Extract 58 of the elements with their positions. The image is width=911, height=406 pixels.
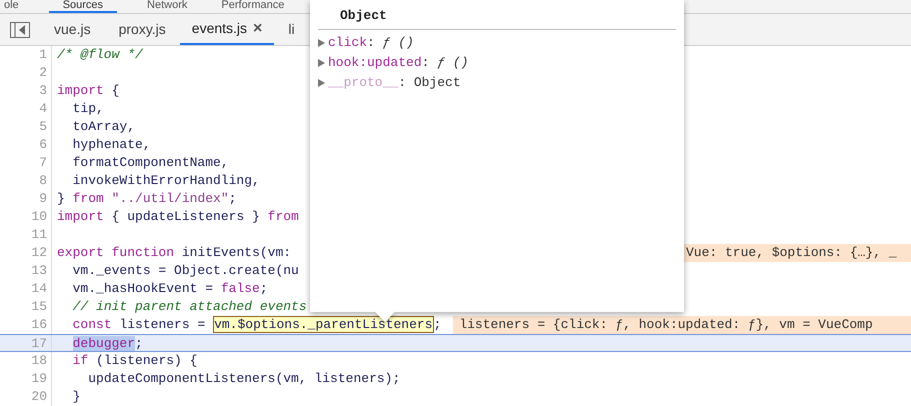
line-number: 11 <box>31 227 47 242</box>
code-line: if (listeners) { <box>72 352 198 370</box>
line-number: 15 <box>31 299 47 314</box>
line-number: 20 <box>31 389 47 404</box>
panel-tab[interactable]: ole <box>0 0 23 13</box>
code-line: tip, <box>72 100 104 118</box>
code-line: toArray, <box>72 118 136 136</box>
line-number: 5 <box>39 119 47 134</box>
expand-triangle-icon[interactable] <box>318 38 325 46</box>
line-number: 8 <box>39 173 47 188</box>
line-number: 1 <box>39 47 47 62</box>
sidebar-toggle-icon[interactable] <box>10 22 30 38</box>
expand-triangle-icon[interactable] <box>318 58 325 66</box>
file-tab[interactable]: vue.js <box>40 14 105 45</box>
code-line: } <box>72 388 80 406</box>
code-line: import { <box>57 82 120 100</box>
property-entry[interactable]: __proto__: Object <box>328 72 461 92</box>
line-number: 4 <box>39 101 47 116</box>
code-line: } from "../util/index"; <box>57 190 236 208</box>
file-tab[interactable]: proxy.js <box>104 14 180 45</box>
line-number: 14 <box>31 281 47 296</box>
file-tab[interactable]: li <box>274 14 309 45</box>
line-number: 2 <box>39 65 47 80</box>
inline-value: listeners = {click: ƒ, hook:updated: ƒ}, vm = VueComp <box>453 316 911 334</box>
code-line: // init parent attached events <box>72 298 307 316</box>
line-number: 12 <box>31 245 47 260</box>
property-entry[interactable]: click: ƒ () <box>328 32 414 52</box>
code-line: /* @flow */ <box>57 46 143 64</box>
line-number: 13 <box>31 263 47 278</box>
line-number: 7 <box>39 155 47 170</box>
code-line: debugger; <box>72 335 143 351</box>
expand-triangle-icon[interactable] <box>318 78 325 86</box>
file-tab[interactable]: events.js × <box>180 14 274 45</box>
popover-title: Object <box>340 8 387 23</box>
property-entry[interactable]: hook:updated: ƒ () <box>328 52 468 72</box>
line-number: 6 <box>39 137 47 152</box>
code-line: hyphenate, <box>72 136 151 154</box>
line-number: 17 <box>31 336 47 351</box>
line-number: 3 <box>39 83 47 98</box>
code-line: formatComponentName, <box>72 154 229 172</box>
code-line: updateComponentListeners(vm, listeners); <box>87 370 400 388</box>
code-line: vm._hasHookEvent = false; <box>72 280 268 298</box>
panel-tab[interactable]: Network <box>143 0 192 13</box>
code-line: const listeners = vm.$options._parentListeners; <box>72 316 442 334</box>
code-line: invokeWithErrorHandling, <box>72 172 260 190</box>
inline-value: Vue: true, $options: {…}, _ <box>684 244 911 262</box>
selected-text: debugger <box>72 336 136 351</box>
hovered-expression: vm.$options._parentListeners <box>213 316 434 333</box>
close-icon[interactable]: × <box>253 16 262 40</box>
line-number: 9 <box>39 191 47 206</box>
code-line: export function initEvents(vm: <box>57 244 292 262</box>
line-number: 18 <box>31 353 47 368</box>
panel-tab[interactable]: Performance <box>217 0 288 13</box>
code-line: vm._events = Object.create(nu <box>72 262 299 280</box>
line-number: 19 <box>31 371 47 386</box>
line-number: 10 <box>31 209 47 224</box>
line-number: 16 <box>31 317 47 332</box>
code-line: import { updateListeners } from <box>57 208 299 226</box>
